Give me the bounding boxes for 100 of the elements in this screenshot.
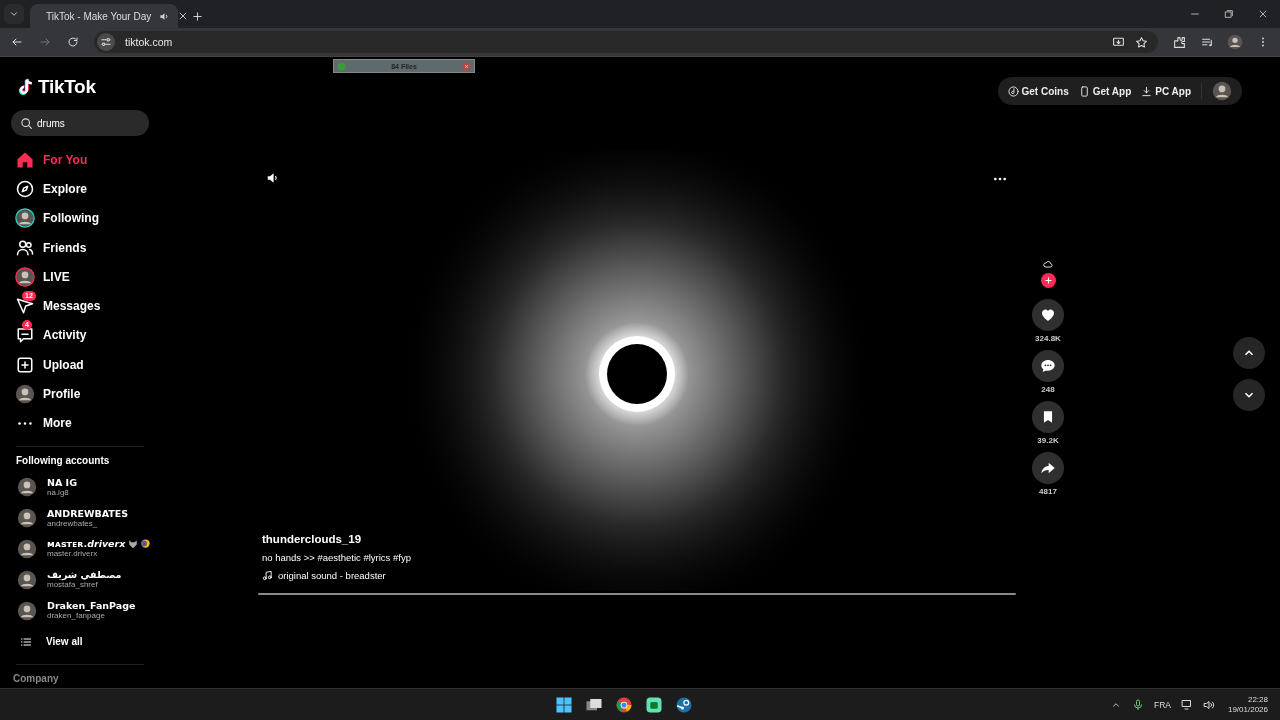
nav-item[interactable]: Upload — [0, 350, 160, 380]
music-note-icon — [262, 570, 273, 581]
install-icon — [1112, 35, 1125, 49]
nav-item[interactable]: LIVE — [0, 262, 160, 292]
account-name: مصطفي شريف — [47, 569, 122, 581]
nav-item[interactable]: Following — [0, 203, 160, 233]
bookmark-icon — [1041, 410, 1055, 424]
speaker-icon — [1202, 698, 1215, 711]
share-icon — [1040, 460, 1056, 476]
avatar-icon — [17, 477, 37, 498]
header-link[interactable]: PC App — [1141, 85, 1191, 97]
avatar-icon — [15, 266, 35, 287]
volume-button[interactable] — [266, 171, 280, 185]
language-button[interactable]: FRA — [1150, 692, 1174, 717]
follow-button[interactable] — [1040, 273, 1056, 288]
more-icon — [18, 421, 32, 425]
avatar-icon — [15, 384, 35, 404]
section-heading: Following accounts — [15, 454, 111, 466]
action-button[interactable] — [1032, 299, 1064, 331]
tab-title: TikTok - Make Your Day — [46, 10, 152, 22]
avatar-icon — [17, 538, 37, 559]
search-field[interactable]: drums — [11, 110, 149, 136]
next-video-button[interactable] — [1233, 379, 1265, 411]
url-text: tiktok.com — [125, 36, 173, 48]
forward-arrow-icon — [39, 36, 51, 48]
restore-icon — [1224, 9, 1234, 19]
logo-text: TikTok — [38, 76, 96, 98]
moon-icon — [141, 539, 151, 549]
close-icon — [178, 11, 189, 21]
friends-icon — [16, 238, 34, 257]
avatar-icon — [1227, 34, 1243, 50]
reload-icon — [67, 36, 79, 48]
account-name: ANDREWBATES — [47, 507, 129, 519]
nav-item[interactable]: More — [0, 408, 160, 438]
compass-icon — [16, 179, 34, 198]
status-icon — [337, 61, 346, 71]
author-name[interactable]: thunderclouds_19 — [262, 533, 411, 545]
action-count: 248 — [1041, 385, 1055, 394]
action-count: 4817 — [1039, 487, 1057, 496]
puzzle-icon — [1172, 35, 1186, 49]
add-square-icon — [16, 355, 34, 374]
speaker-icon — [159, 10, 171, 22]
action-button[interactable] — [1032, 452, 1064, 484]
heart-icon — [1040, 307, 1056, 323]
nav-item[interactable]: Friends — [0, 232, 160, 263]
action-button[interactable] — [1032, 350, 1064, 382]
app-icon — [644, 695, 663, 714]
monitor-icon — [1180, 698, 1193, 711]
account-item[interactable]: NA IG na.ig8 — [0, 471, 160, 503]
sound-name[interactable]: original sound - breadster — [278, 570, 386, 581]
account-name: Draken_FanPage — [47, 600, 136, 612]
close-icon — [462, 61, 471, 71]
avatar-icon — [17, 508, 37, 529]
clock-date: 19/01/2026 — [1227, 704, 1268, 715]
avatar-icon — [15, 208, 35, 229]
list-icon — [20, 635, 32, 648]
comment-icon — [1040, 358, 1056, 374]
back-arrow-icon — [11, 36, 23, 48]
avatar-icon — [17, 569, 37, 590]
address-bar[interactable]: tiktok.com — [94, 31, 1158, 53]
speaker-icon — [266, 171, 280, 185]
home-icon — [16, 150, 34, 169]
chat-bubble-icon — [16, 326, 34, 345]
nav-item[interactable]: Explore — [0, 174, 160, 204]
download-icon — [1141, 85, 1153, 97]
action-button[interactable] — [1032, 401, 1064, 433]
phone-icon — [1078, 85, 1090, 97]
nav-item[interactable]: For You — [0, 145, 160, 175]
account-handle: andrewbates_ — [47, 518, 99, 529]
site-settings-icon — [97, 33, 115, 51]
search-icon — [20, 116, 33, 130]
account-handle: draken_fanpage — [47, 611, 106, 622]
avatar-icon — [17, 600, 37, 621]
header-link[interactable]: Get App — [1078, 85, 1132, 97]
header-link[interactable]: Get Coins — [1007, 85, 1069, 97]
account-item[interactable]: ᴍᴀsᴛᴇʀ.driverx master.driverx — [0, 533, 160, 565]
browser-icon — [614, 695, 633, 714]
profile-button[interactable] — [1212, 81, 1232, 101]
account-handle: master.driverx — [47, 549, 99, 560]
cloud-icon — [1042, 258, 1054, 270]
account-handle: mostafa_shref — [47, 580, 99, 591]
account-name: NA IG — [47, 476, 77, 488]
action-count: 324.8K — [1035, 334, 1061, 343]
video-caption: no hands >> #aesthetic #lyrics #fyp — [262, 552, 411, 563]
steam-icon — [674, 695, 693, 714]
action-count: 39.2K — [1037, 436, 1059, 445]
chevron-down-icon — [9, 9, 19, 19]
nav-item[interactable]: Profile — [0, 379, 160, 409]
send-icon — [16, 297, 34, 316]
avatar-icon — [1212, 81, 1232, 101]
microphone-icon — [1131, 698, 1144, 711]
star-icon — [1135, 35, 1148, 49]
view-all-link[interactable]: View all — [0, 627, 160, 656]
account-name: ᴍᴀsᴛᴇʀ.driverx — [47, 538, 126, 550]
section-heading: Company — [12, 672, 60, 684]
account-item[interactable]: ANDREWBATES andrewbates_ — [0, 502, 160, 534]
wolf-icon — [128, 538, 139, 549]
account-item[interactable]: Draken_FanPage draken_fanpage — [0, 595, 160, 626]
start-icon — [554, 695, 573, 714]
previous-video-button[interactable] — [1233, 337, 1265, 369]
